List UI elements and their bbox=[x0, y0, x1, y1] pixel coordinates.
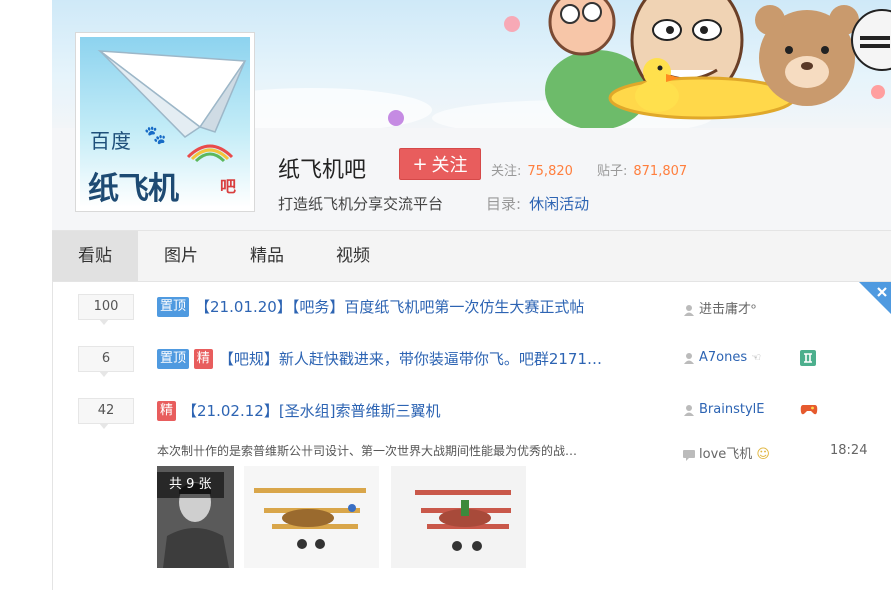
author-name: A7ones bbox=[699, 350, 748, 365]
avatar-text-baidu: 百度 bbox=[90, 129, 132, 153]
thread-title[interactable]: 【21.02.12】[圣水组]索普维斯三翼机 bbox=[182, 402, 441, 420]
thread-author[interactable]: A7ones ☜ bbox=[683, 350, 761, 365]
gamepad-icon bbox=[800, 405, 818, 415]
thread-title-line: 置顶 精【吧规】新人赶快戳进来，带你装逼带你飞。吧群2171… bbox=[157, 348, 602, 369]
thumbnail-photo[interactable] bbox=[244, 466, 379, 568]
featured-badge: 精 bbox=[193, 348, 213, 369]
posts-label: 贴子: bbox=[597, 164, 628, 179]
comment-icon bbox=[683, 449, 695, 461]
follow-button-label: 关注 bbox=[431, 155, 468, 176]
paw-icon: 🐾 bbox=[144, 125, 167, 146]
tab-threads[interactable]: 看贴 bbox=[52, 231, 138, 281]
gemini-sign-icon bbox=[800, 350, 816, 366]
tab-featured[interactable]: 精品 bbox=[224, 231, 310, 281]
thread-abstract: 本次制卄作的是索普维斯公卄司设计、第一次世界大战期间性能最为优秀的战… bbox=[157, 444, 578, 458]
plus-icon: + bbox=[412, 153, 428, 175]
thread-list: 100 置顶 【21.01.20】【吧务】百度纸飞机吧第一次仿生大赛正式帖 进击庸… bbox=[52, 282, 891, 590]
image-count: 共 9 张 bbox=[157, 472, 224, 498]
reply-count: 100 bbox=[78, 294, 134, 325]
triplane-model-image bbox=[415, 490, 511, 551]
thread-title-line: 置顶 【21.01.20】【吧务】百度纸飞机吧第一次仿生大赛正式帖 bbox=[157, 296, 584, 317]
author-name: 进击庸才ᵒ bbox=[699, 302, 757, 317]
follow-button[interactable]: + 关注 bbox=[399, 148, 481, 180]
avatar-text-main: 纸飞机 bbox=[88, 171, 179, 207]
thread-title-line: 精【21.02.12】[圣水组]索普维斯三翼机 bbox=[157, 400, 441, 421]
thumbnail-photo[interactable]: 共 9 张 bbox=[157, 466, 234, 568]
catalog-label: 目录: bbox=[486, 195, 522, 213]
thread-author[interactable]: BrainstylE bbox=[683, 402, 764, 417]
followers-stat: 关注: 75,820 bbox=[491, 160, 573, 179]
thread-title[interactable]: 【吧规】新人赶快戳进来，带你装逼带你飞。吧群2171… bbox=[219, 350, 602, 368]
forum-name[interactable]: 纸飞机吧 bbox=[278, 152, 366, 184]
forum-catalog: 目录: 休闲活动 bbox=[486, 193, 589, 214]
catalog-link[interactable]: 休闲活动 bbox=[529, 195, 589, 213]
forum-page: 百度 🐾 纸飞机 吧 纸飞机吧 + 关注 关注: 75,820 贴子: 871,80… bbox=[0, 0, 891, 590]
thread-author[interactable]: 进击庸才ᵒ bbox=[683, 298, 756, 317]
posts-count: 871,807 bbox=[633, 164, 688, 179]
last-reply-user-name: love飞机 bbox=[699, 447, 753, 462]
tab-images[interactable]: 图片 bbox=[138, 231, 224, 281]
user-icon bbox=[684, 304, 694, 316]
posts-stat: 贴子: 871,807 bbox=[597, 160, 687, 179]
forum-avatar[interactable]: 百度 🐾 纸飞机 吧 bbox=[75, 32, 255, 212]
user-icon bbox=[684, 352, 694, 364]
followers-count: 75,820 bbox=[527, 164, 573, 179]
followers-label: 关注: bbox=[491, 164, 522, 179]
reply-count: 6 bbox=[78, 346, 134, 377]
pointing-hand-icon: ☜ bbox=[751, 351, 762, 364]
thread-title[interactable]: 【21.01.20】【吧务】百度纸飞机吧第一次仿生大赛正式帖 bbox=[195, 298, 584, 316]
user-icon bbox=[684, 404, 694, 416]
forum-slogan: 打造纸飞机分享交流平台 bbox=[278, 195, 444, 213]
featured-badge: 精 bbox=[157, 400, 177, 421]
forum-tabs: 看贴 图片 精品 视频 bbox=[52, 230, 891, 282]
last-reply-user[interactable]: love飞机 ☺ bbox=[683, 443, 770, 462]
tab-videos[interactable]: 视频 bbox=[310, 231, 396, 281]
reply-count: 42 bbox=[78, 398, 134, 429]
close-icon[interactable] bbox=[859, 282, 891, 314]
last-reply-time: 18:24 bbox=[830, 443, 868, 458]
smiley-icon: ☺ bbox=[756, 447, 770, 462]
triplane-model-image bbox=[254, 488, 366, 549]
avatar-image: 百度 🐾 纸飞机 吧 bbox=[80, 37, 250, 207]
avatar-text-ba: 吧 bbox=[220, 177, 237, 196]
thumbnail-photo[interactable] bbox=[391, 466, 526, 568]
author-name: BrainstylE bbox=[699, 402, 765, 417]
pinned-badge: 置顶 bbox=[157, 348, 190, 369]
pinned-badge: 置顶 bbox=[157, 296, 190, 317]
